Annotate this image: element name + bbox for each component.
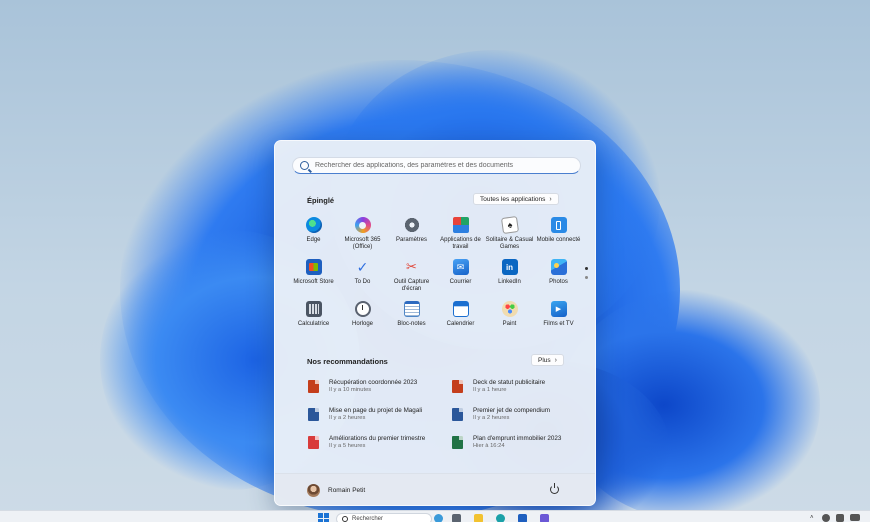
recommendation-item[interactable]: Deck de statut publicitaire Il y a 1 heu… <box>452 379 592 401</box>
teams-icon[interactable] <box>540 514 549 522</box>
pinned-app-store[interactable]: Microsoft Store <box>289 259 338 286</box>
edge-icon <box>305 217 322 233</box>
pinned-app-microsoft-365[interactable]: Microsoft 365 (Office) <box>338 217 387 251</box>
powerpoint-file-icon <box>308 380 319 393</box>
recommendation-item[interactable]: Récupération coordonnée 2023 Il y a 10 m… <box>308 379 448 401</box>
store-taskbar-icon[interactable] <box>518 514 527 522</box>
todo-check-icon: ✓ <box>356 258 369 275</box>
power-icon[interactable] <box>550 483 559 494</box>
calendar-icon <box>452 301 469 317</box>
powerpoint-file-icon <box>452 380 463 393</box>
pinned-app-work-apps[interactable]: Applications de travail <box>436 217 485 251</box>
start-footer: Romain Petit <box>275 473 595 505</box>
word-file-icon <box>452 408 463 421</box>
recommendation-item[interactable]: Premier jet de compendium Il y a 2 heure… <box>452 407 592 429</box>
pinned-app-solitaire[interactable]: ♠ Solitaire & Casual Games <box>485 215 534 251</box>
films-tv-icon: ▶ <box>550 301 567 317</box>
taskbar: Rechercher ˄ <box>0 510 870 522</box>
photos-icon <box>550 259 567 275</box>
page-dot[interactable] <box>585 276 588 279</box>
pinned-app-calculator[interactable]: Calculatrice <box>289 301 338 328</box>
pinned-app-snipping-tool[interactable]: ✂ Outil Capture d'écran <box>387 259 436 293</box>
pinned-app-todo[interactable]: ✓ To Do <box>338 259 387 286</box>
mail-icon: ✉ <box>452 259 469 275</box>
edge-taskbar-icon[interactable] <box>496 514 505 522</box>
pinned-app-notepad[interactable]: Bloc-notes <box>387 301 436 328</box>
taskbar-search[interactable]: Rechercher <box>336 513 432 522</box>
notepad-icon <box>403 301 420 317</box>
clock-icon <box>354 301 371 317</box>
excel-file-icon <box>452 436 463 449</box>
taskbar-search-label: Rechercher <box>352 516 384 522</box>
pinned-title: Épinglé <box>307 196 335 205</box>
pinned-app-calendar[interactable]: Calendrier <box>436 301 485 328</box>
recommendation-item[interactable]: Améliorations du premier trimestre Il y … <box>308 435 448 457</box>
search-icon <box>342 516 348 522</box>
copilot-icon[interactable] <box>434 514 443 522</box>
chevron-right-icon: › <box>549 195 552 203</box>
solitaire-icon: ♠ <box>500 215 519 235</box>
more-label: Plus <box>538 356 551 364</box>
windows-start-icon[interactable] <box>318 513 329 522</box>
start-menu: Épinglé Toutes les applications › Edge M… <box>274 140 596 506</box>
pinned-app-settings[interactable]: Paramètres <box>387 217 436 244</box>
network-icon[interactable] <box>822 514 830 522</box>
phone-link-icon <box>550 217 567 233</box>
store-icon <box>305 259 322 275</box>
pinned-app-mail[interactable]: ✉ Courrier <box>436 259 485 286</box>
pinned-app-paint[interactable]: Paint <box>485 301 534 328</box>
pdf-file-icon <box>308 436 319 449</box>
task-view-icon[interactable] <box>452 514 461 522</box>
battery-icon[interactable] <box>850 514 860 521</box>
recommendations-title: Nos recommandations <box>307 357 388 366</box>
pinned-app-edge[interactable]: Edge <box>289 217 338 244</box>
settings-gear-icon <box>403 217 420 233</box>
microsoft-365-icon <box>354 217 371 233</box>
work-apps-icon <box>452 217 469 233</box>
file-explorer-icon[interactable] <box>474 514 483 522</box>
pinned-app-films-tv[interactable]: ▶ Films et TV <box>534 301 583 328</box>
more-button[interactable]: Plus › <box>531 354 564 366</box>
pinned-app-linkedin[interactable]: in LinkedIn <box>485 259 534 286</box>
start-search-box[interactable] <box>292 157 581 174</box>
search-input[interactable] <box>315 162 575 169</box>
paint-palette-icon <box>501 301 518 317</box>
chevron-right-icon: › <box>554 356 557 364</box>
snipping-tool-icon: ✂ <box>406 259 417 274</box>
search-icon <box>300 161 309 170</box>
linkedin-icon: in <box>501 259 518 275</box>
pinned-app-photos[interactable]: Photos <box>534 259 583 286</box>
chevron-up-icon[interactable]: ˄ <box>810 515 814 521</box>
page-indicator[interactable] <box>585 267 588 285</box>
volume-icon[interactable] <box>836 514 844 522</box>
recommendation-item[interactable]: Mise en page du projet de Magali Il y a … <box>308 407 448 429</box>
page-dot-active[interactable] <box>585 267 588 270</box>
pinned-app-clock[interactable]: Horloge <box>338 301 387 328</box>
avatar[interactable] <box>307 484 320 497</box>
user-name[interactable]: Romain Petit <box>328 487 365 494</box>
all-apps-label: Toutes les applications <box>480 195 546 203</box>
word-file-icon <box>308 408 319 421</box>
calculator-icon <box>305 301 322 317</box>
pinned-app-phone-link[interactable]: Mobile connecté <box>534 217 583 244</box>
recommendation-item[interactable]: Plan d'emprunt immobilier 2023 Hier à 16… <box>452 435 592 457</box>
all-apps-button[interactable]: Toutes les applications › <box>473 193 559 205</box>
